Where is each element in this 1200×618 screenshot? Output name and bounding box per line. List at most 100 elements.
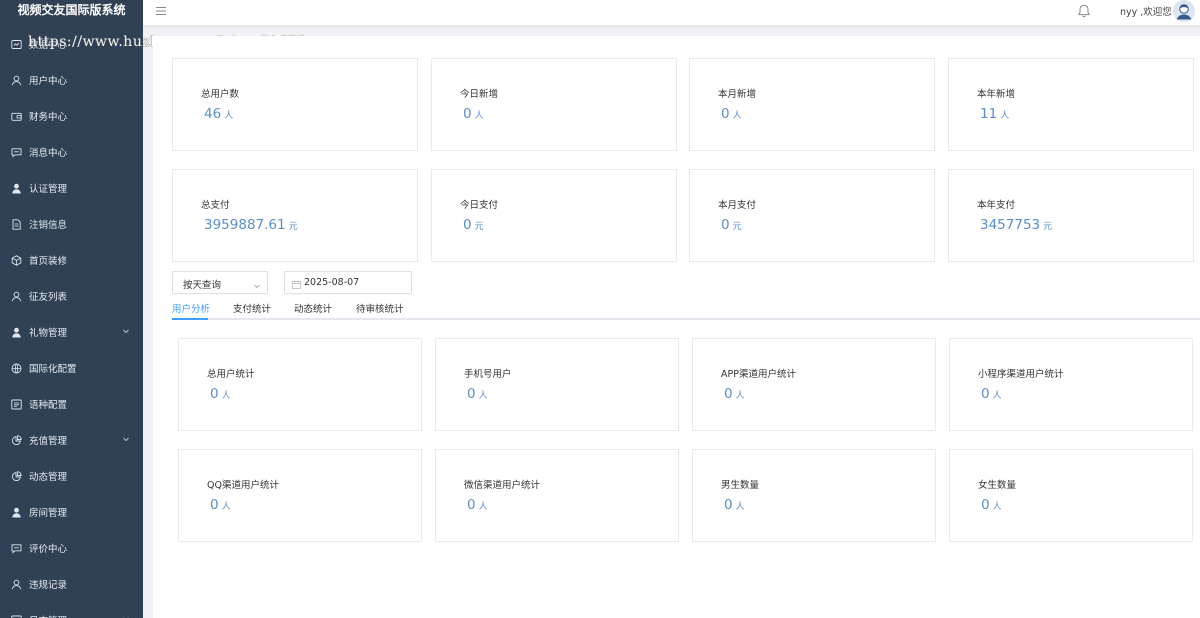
stat-label: 女生数量 [978,480,1017,491]
stat-unit: 人 [735,391,745,401]
sidebar-menu: 数据中心用户中心财务中心消息中心认证管理注销信息首页装修征友列表礼物管理国际化配… [0,26,143,618]
avatar[interactable] [1173,0,1195,22]
hamburger-menu-icon[interactable] [155,5,167,17]
chevron-down-icon [122,327,130,335]
stat-card: 本年支付 3457753 元 [948,169,1194,262]
stat-value: 46 [204,106,222,122]
main-content: 按天查询 2025-08-07 用户分析 支付统计 动态统计 待审核统计 总用户数 46… [153,36,1200,618]
stat-value: 0 [463,217,472,233]
pie-icon [11,434,22,446]
date-picker[interactable]: 2025-08-07 [284,271,412,294]
stat-value-group: 0人 [210,386,231,402]
stat-value-group: 46 人 [204,106,233,122]
sidebar-item-label: 征友列表 [29,292,68,303]
bell-icon[interactable] [1076,3,1092,19]
sidebar-item[interactable]: 认证管理 [0,170,143,206]
globe-icon [11,363,22,374]
query-mode-select[interactable]: 按天查询 [172,271,268,294]
stat-unit: 元 [1043,222,1053,232]
sidebar-item-label: 财务中心 [29,112,68,123]
stat-value-group: 3959887.61 元 [204,217,298,233]
stat-value: 0 [210,497,219,513]
stat-label: 手机号用户 [464,369,512,380]
tab-0[interactable]: 用户分析 [172,301,210,320]
sidebar-item-label: 认证管理 [29,184,68,195]
stat-value-group: 0人 [210,497,231,513]
person-solid-icon [11,327,22,338]
pie-icon [11,470,22,482]
stat-value-group: 0人 [463,106,484,122]
stat-value-group: 0人 [467,497,488,513]
tab-1[interactable]: 支付统计 [233,301,271,320]
stat-label: 总用户统计 [207,369,255,380]
stat-value: 3457753 [980,217,1041,233]
stat-unit: 人 [224,111,234,121]
calendar-icon [292,278,301,289]
stat-card: 总用户数 46 人 [172,58,418,151]
sidebar-item[interactable]: 用户中心 [0,62,143,98]
wallet-icon [11,111,22,122]
stat-value: 0 [724,497,733,513]
sidebar-item-label: 用户中心 [29,76,68,87]
sidebar-item[interactable]: 日志管理 [0,602,143,618]
user-icon [11,291,22,302]
stat-label: 总支付 [201,200,230,211]
app-title: 视频交友国际版系统 [17,3,126,17]
stat-label: 男生数量 [721,480,760,491]
sidebar-item[interactable]: 违规记录 [0,566,143,602]
message-icon [11,543,22,554]
tab-3[interactable]: 待审核统计 [356,301,404,320]
sidebar-item-label: 充值管理 [29,436,68,447]
sidebar-item[interactable]: 礼物管理 [0,314,143,350]
sidebar-item-label: 日志管理 [29,613,67,618]
sidebar-item[interactable]: 动态管理 [0,458,143,494]
sidebar-item[interactable]: 注销信息 [0,206,143,242]
stat-value-group: 3457753 元 [980,217,1052,233]
user-greeting[interactable]: nyy ,欢迎您 [1120,4,1172,18]
stat-unit: 人 [992,502,1002,512]
sidebar-item-label: 违规记录 [29,580,68,591]
stat-value: 0 [721,106,730,122]
sidebar-item[interactable]: 消息中心 [0,134,143,170]
sidebar-item-label: 首页装修 [29,256,68,267]
stat-label: 本年支付 [977,200,1016,211]
stat-value: 3959887.61 [204,217,286,233]
list-icon [11,399,22,410]
sidebar-item[interactable]: 充值管理 [0,422,143,458]
stat-card: 手机号用户 0 人 [435,338,679,431]
stat-unit: 元 [288,222,298,232]
sidebar-item[interactable]: 财务中心 [0,98,143,134]
sidebar-item[interactable]: 数据中心 [0,26,143,62]
person-solid-icon [11,183,22,194]
stat-card: 总用户统计 0 人 [178,338,422,431]
sidebar-item[interactable]: 征友列表 [0,278,143,314]
sidebar-item[interactable]: 国际化配置 [0,350,143,386]
stat-unit: 元 [474,222,484,232]
sidebar-item-label: 评价中心 [29,544,68,555]
stat-value-group: 0人 [981,497,1002,513]
stat-value: 0 [467,386,476,402]
stat-label: 小程序渠道用户统计 [978,369,1064,380]
sidebar-item[interactable]: 评价中心 [0,530,143,566]
sidebar-item[interactable]: 语种配置 [0,386,143,422]
stat-unit: 人 [478,391,488,401]
stat-value-group: 0人 [467,386,488,402]
box-icon [11,254,22,266]
stat-label: 今日新增 [460,89,499,100]
stat-value-group: 0人 [721,106,742,122]
stat-label: 今日支付 [460,200,499,211]
stat-value: 0 [981,497,990,513]
sidebar-item-label: 国际化配置 [29,364,77,375]
document-icon [11,218,22,230]
tab-2[interactable]: 动态统计 [294,301,332,320]
stat-label: 总用户数 [201,89,240,100]
stat-card: 女生数量 0 人 [949,449,1193,542]
sidebar-item[interactable]: 首页装修 [0,242,143,278]
sidebar-item[interactable]: 房间管理 [0,494,143,530]
stat-unit: 人 [474,111,484,121]
stat-value-group: 0人 [724,386,745,402]
analysis-tabs: 用户分析 支付统计 动态统计 待审核统计 [172,298,1200,320]
stat-card: APP渠道用户统计 0 人 [692,338,936,431]
stat-label: APP渠道用户统计 [721,369,796,380]
sidebar-item-label: 房间管理 [29,508,68,519]
